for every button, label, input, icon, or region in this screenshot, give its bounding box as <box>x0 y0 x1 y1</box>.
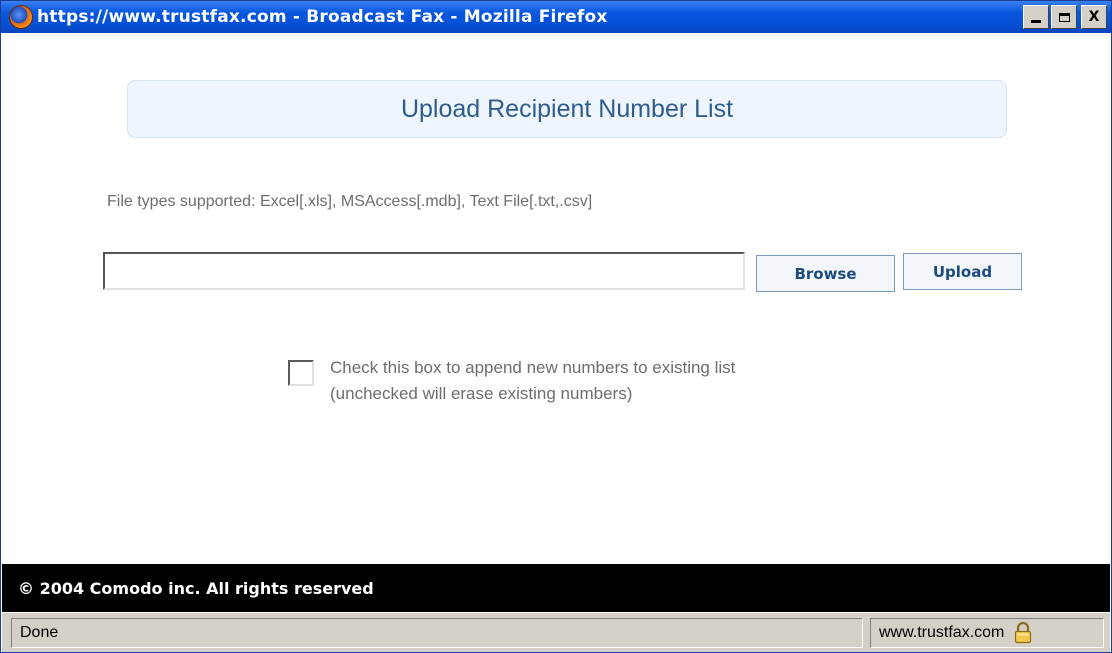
padlock-icon[interactable] <box>1014 622 1032 644</box>
file-types-note: File types supported: Excel[.xls], MSAcc… <box>107 193 593 210</box>
append-checkbox-label-line1: Check this box to append new numbers to … <box>330 358 736 377</box>
append-option: Check this box to append new numbers to … <box>288 355 735 407</box>
status-text: Done <box>20 624 59 641</box>
page-title: Upload Recipient Number List <box>400 94 734 123</box>
append-checkbox-label-line2: (unchecked will erase existing numbers) <box>330 384 633 403</box>
status-bar: Done www.trustfax.com <box>2 612 1110 652</box>
maximize-button[interactable] <box>1051 5 1077 29</box>
security-panel[interactable]: www.trustfax.com <box>870 618 1104 648</box>
minimize-icon <box>1031 20 1041 23</box>
close-button[interactable]: X <box>1081 5 1107 29</box>
append-checkbox-label: Check this box to append new numbers to … <box>330 355 735 407</box>
page-content: Upload Recipient Number List File types … <box>2 33 1110 564</box>
heading-box: Upload Recipient Number List <box>127 80 1007 138</box>
append-checkbox[interactable] <box>288 360 314 386</box>
firefox-icon <box>9 5 33 29</box>
minimize-button[interactable] <box>1023 5 1049 29</box>
maximize-icon <box>1058 12 1070 22</box>
browse-button[interactable]: Browse <box>756 255 895 292</box>
browser-window: https://www.trustfax.com - Broadcast Fax… <box>0 0 1112 653</box>
window-title: https://www.trustfax.com - Broadcast Fax… <box>37 7 608 27</box>
copyright-footer: © 2004 Comodo inc. All rights reserved <box>2 564 1110 612</box>
status-text-panel: Done <box>11 618 863 648</box>
title-bar[interactable]: https://www.trustfax.com - Broadcast Fax… <box>1 1 1111 33</box>
status-domain: www.trustfax.com <box>879 624 1005 641</box>
copyright-text: © 2004 Comodo inc. All rights reserved <box>18 578 374 598</box>
upload-button[interactable]: Upload <box>903 253 1022 290</box>
close-icon: X <box>1088 9 1100 25</box>
window-controls: X <box>1023 5 1107 29</box>
file-path-input[interactable] <box>103 252 745 290</box>
